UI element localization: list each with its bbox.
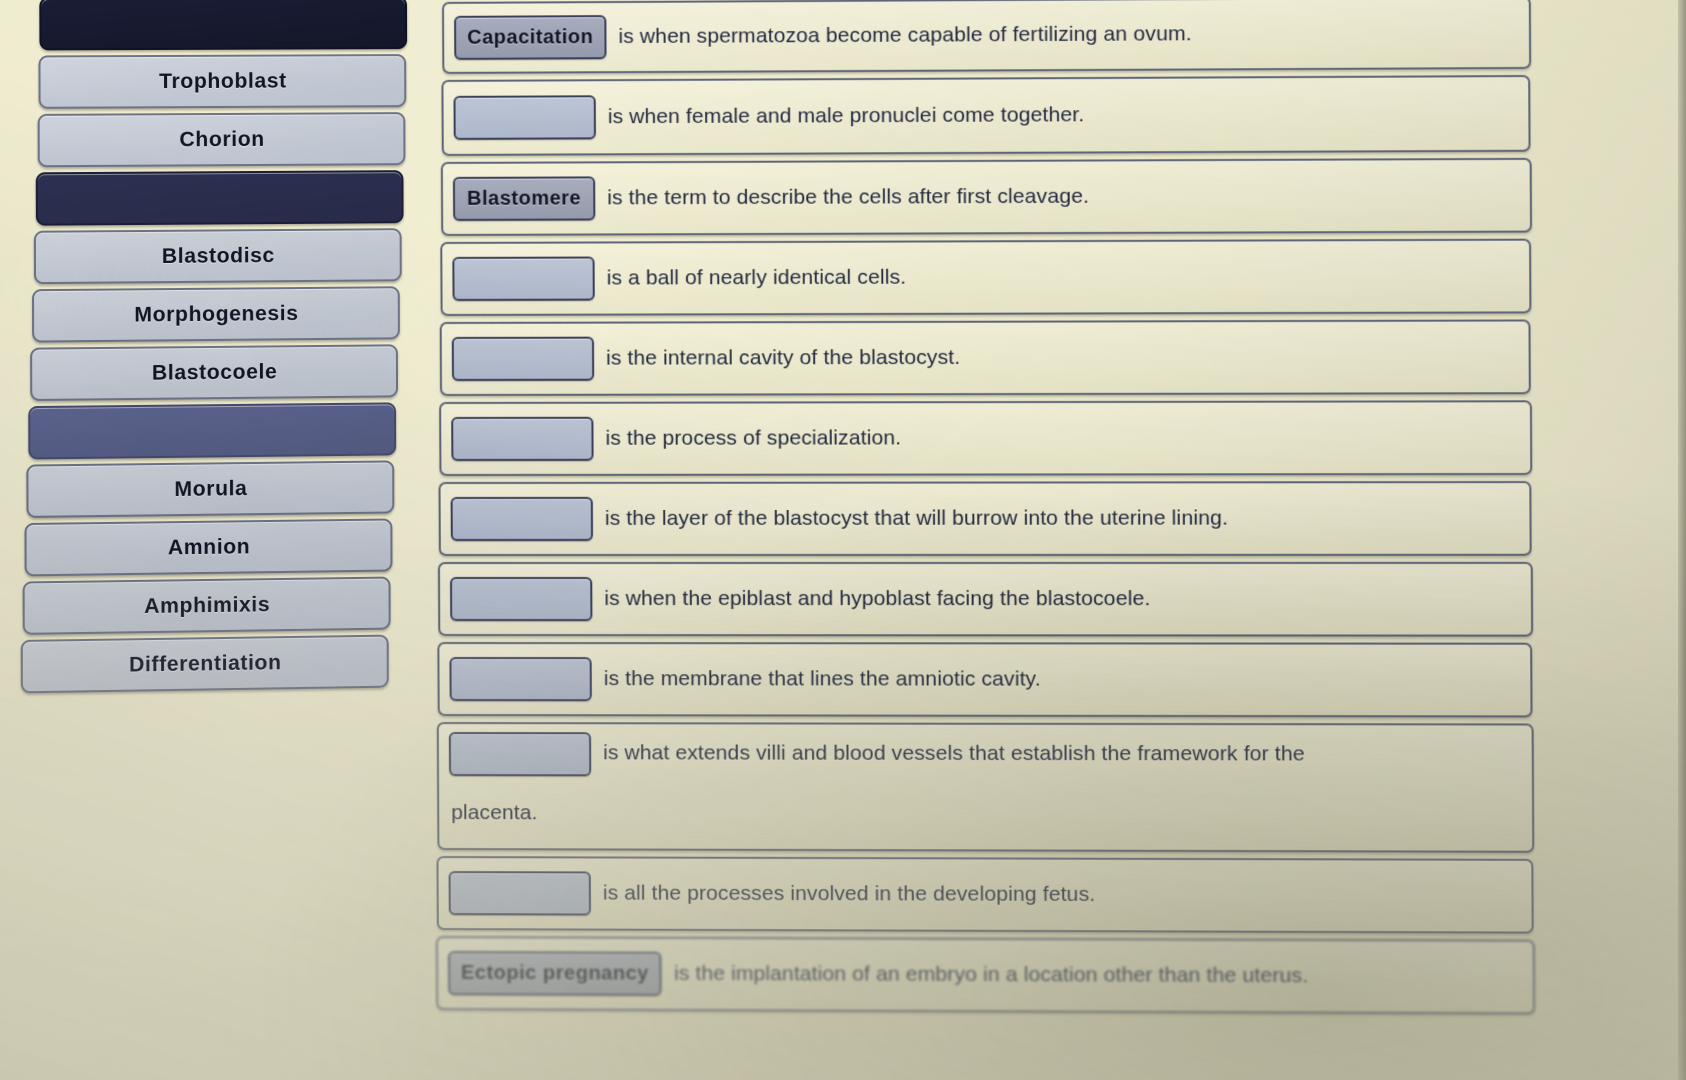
statement-row[interactable]: Ectopic pregnancy is the implantation of… <box>435 936 1536 1015</box>
statement-text: is the layer of the blastocyst that will… <box>604 506 1229 530</box>
answer-slot[interactable] <box>448 871 591 916</box>
answer-slot[interactable] <box>451 416 594 461</box>
statement-text: is the membrane that lines the amniotic … <box>603 667 1041 691</box>
statement-text: is the implantation of an embryo in a lo… <box>673 961 1309 988</box>
statement-row[interactable]: is a ball of nearly identical cells. <box>440 238 1532 316</box>
statement-row[interactable]: is the internal cavity of the blastocyst… <box>439 319 1531 396</box>
word-tile-blastodisc[interactable]: Blastodisc <box>33 228 402 285</box>
answer-slot[interactable] <box>448 732 592 777</box>
word-tile-4[interactable] <box>35 170 404 226</box>
statement-row[interactable]: Blastomere is the term to describe the c… <box>440 157 1533 236</box>
word-bank-panel: Trophoblast Chorion Blastodisc Morphogen… <box>0 0 432 763</box>
word-tile-trophoblast[interactable]: Trophoblast <box>38 54 407 109</box>
word-tile-label: Amnion <box>167 534 251 559</box>
word-tile-differentiation[interactable]: Differentiation <box>20 634 389 694</box>
statement-text: is the term to describe the cells after … <box>607 184 1090 210</box>
answer-slot[interactable]: Ectopic pregnancy <box>447 951 663 996</box>
statement-text: is the process of specialization. <box>605 426 902 450</box>
statement-text: is when spermatozoa become capable of fe… <box>618 22 1192 48</box>
statement-row[interactable]: is all the processes involved in the dev… <box>436 856 1534 934</box>
word-tile-label: Blastodisc <box>161 243 275 268</box>
word-tile-8[interactable] <box>28 402 397 460</box>
word-tile-morphogenesis[interactable]: Morphogenesis <box>31 286 400 343</box>
statement-text-continuation: placenta. <box>451 801 538 825</box>
answer-slot[interactable] <box>452 256 595 301</box>
answer-slot[interactable] <box>450 577 593 622</box>
word-tile-morula[interactable]: Morula <box>26 460 395 518</box>
word-tile-amnion[interactable]: Amnion <box>24 518 393 577</box>
word-tile-label: Differentiation <box>128 650 282 677</box>
word-tile-label: Morphogenesis <box>134 301 299 327</box>
answer-slot[interactable] <box>453 95 596 140</box>
answer-slot[interactable]: Capacitation <box>454 15 607 60</box>
statement-text: is what extends villi and blood vessels … <box>603 741 1305 766</box>
statement-row[interactable]: is when female and male pronuclei come t… <box>441 75 1531 156</box>
statement-text: is when the epiblast and hypoblast facin… <box>604 586 1151 611</box>
word-tile-chorion[interactable]: Chorion <box>37 112 406 168</box>
word-tile-blastocoele[interactable]: Blastocoele <box>30 344 399 402</box>
photographed-screen: Trophoblast Chorion Blastodisc Morphogen… <box>0 0 1686 1080</box>
statements-panel: Capacitation is when spermatozoa become … <box>428 0 1686 1021</box>
answer-slot[interactable]: Blastomere <box>452 176 596 221</box>
word-tile-label: Amphimixis <box>144 592 271 618</box>
statement-text: is when female and male pronuclei come t… <box>607 103 1085 129</box>
statement-text: is the internal cavity of the blastocyst… <box>606 345 961 370</box>
statement-row[interactable]: is what extends villi and blood vessels … <box>436 722 1535 853</box>
statement-row[interactable]: is the process of specialization. <box>439 400 1533 476</box>
word-tile-label: Blastocoele <box>151 359 278 385</box>
statement-row[interactable]: is the membrane that lines the amniotic … <box>437 642 1533 718</box>
word-tile-amphimixis[interactable]: Amphimixis <box>22 576 391 635</box>
answer-chip-label: Ectopic pregnancy <box>461 961 649 985</box>
statement-row[interactable]: is when the epiblast and hypoblast facin… <box>437 561 1534 637</box>
statement-row[interactable]: is the layer of the blastocyst that will… <box>438 481 1532 557</box>
word-tile-label: Chorion <box>179 127 265 151</box>
screen-bezel-right <box>1678 0 1686 1080</box>
answer-chip-label: Capacitation <box>467 25 594 49</box>
answer-slot[interactable] <box>451 336 595 381</box>
statement-row[interactable]: Capacitation is when spermatozoa become … <box>441 0 1532 74</box>
word-tile-label: Trophoblast <box>159 69 287 93</box>
statement-text: is all the processes involved in the dev… <box>602 881 1096 906</box>
answer-slot[interactable] <box>450 496 594 542</box>
word-tile-label: Morula <box>174 476 248 501</box>
word-tile-1[interactable] <box>39 0 408 51</box>
statement-text: is a ball of nearly identical cells. <box>606 265 907 290</box>
answer-chip-label: Blastomere <box>467 186 582 210</box>
answer-slot[interactable] <box>449 657 592 702</box>
